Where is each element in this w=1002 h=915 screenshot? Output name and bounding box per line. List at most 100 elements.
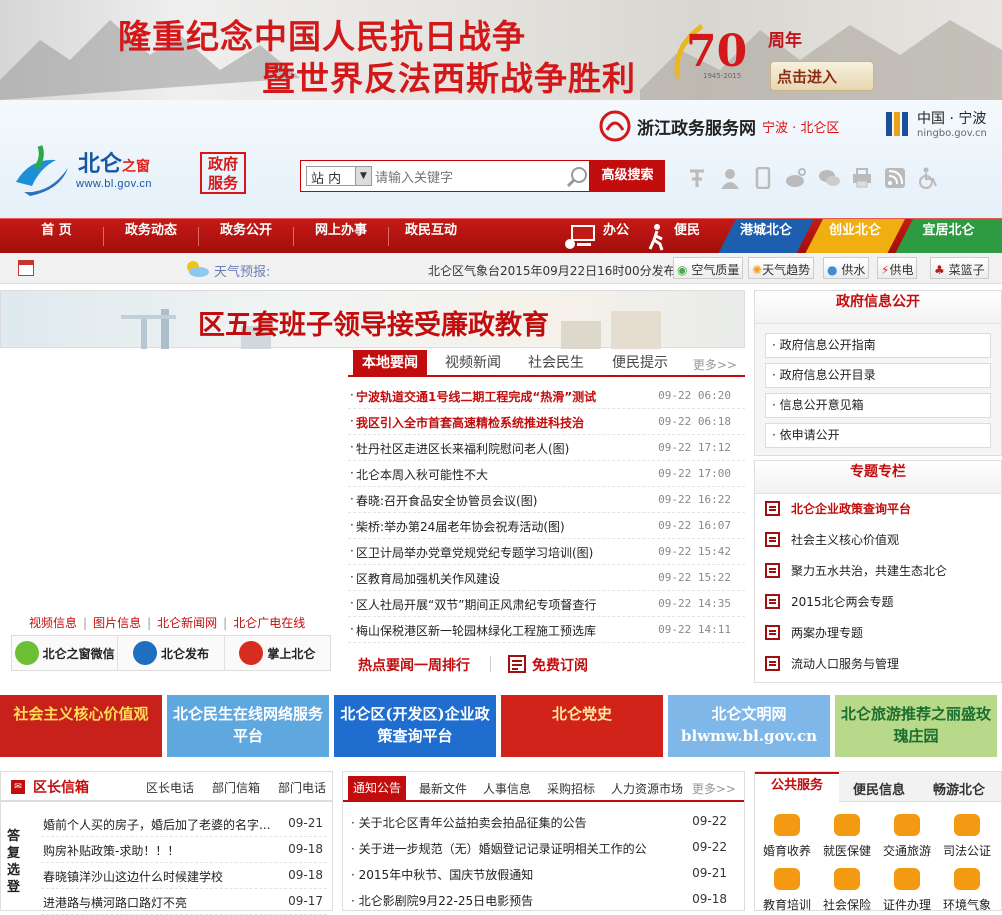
promo-banner-1[interactable]: 社会主义核心价值观 xyxy=(0,695,162,757)
news-item[interactable]: 柴桥:举办第24届老年协会祝寿活动(图) 09-22 16:07 · xyxy=(348,513,745,539)
notice-title[interactable]: · 关于北仑区青年公益拍卖会拍品征集的公告 xyxy=(351,814,587,831)
notice-title[interactable]: · 北仑影剧院9月22-25日电影预告 xyxy=(351,892,533,909)
tab-notices[interactable]: 通知公告 xyxy=(348,776,407,800)
power-supply-button[interactable]: ⚡供电 xyxy=(877,257,918,279)
tab-public-service[interactable]: 公共服务 xyxy=(755,772,839,803)
nav-online[interactable]: 网上办事 xyxy=(294,219,388,254)
notice-title[interactable]: · 关于进一步规范（无）婚姻登记记录证明相关工作的公 xyxy=(351,840,647,857)
service-medical[interactable]: 就医保健 xyxy=(817,814,877,859)
nav-service[interactable]: 便民 xyxy=(674,219,700,254)
gov-info-guide-link[interactable]: · 政府信息公开指南 xyxy=(765,333,991,358)
service-education[interactable]: 教育培训 xyxy=(757,868,817,913)
mobile-beilun-link[interactable]: 掌上北仑 xyxy=(225,636,330,670)
mailbox-item[interactable]: 春晓镇洋沙山这边什么时候建学校 09-18 xyxy=(41,864,327,889)
news-title[interactable]: 区教育局加强机关作风建设 xyxy=(356,570,500,587)
hot-news-link[interactable]: 热点要闻一周排行 xyxy=(358,655,470,675)
wechat-app-link[interactable]: 北仑之窗微信 xyxy=(12,636,119,670)
promo-banner-5[interactable]: 北仑文明网 blwmw.bl.gov.cn xyxy=(668,695,830,757)
service-marriage[interactable]: 婚育收养 xyxy=(757,814,817,859)
anniversary-banner[interactable]: 隆重纪念中国人民抗日战争 暨世界反法西斯战争胜利 70 周年 1945-2015… xyxy=(0,0,1002,100)
search-scope-select[interactable]: 站 内 ▼ xyxy=(306,166,372,187)
gov-info-feedback-link[interactable]: · 信息公开意见箱 xyxy=(765,393,991,418)
weather-trend-button[interactable]: ✺天气趋势 xyxy=(748,257,815,279)
weibo-icon[interactable] xyxy=(785,167,807,189)
tab-latest-docs[interactable]: 最新文件 xyxy=(419,780,467,797)
nav-public[interactable]: 政务公开 xyxy=(199,219,293,254)
special-topic-item[interactable]: 2015北仑两会专题 xyxy=(765,590,894,612)
news-item[interactable]: 北仑本周入秋可能性不大 09-22 17:00 · xyxy=(348,461,745,487)
tab-tips[interactable]: 便民提示 xyxy=(612,350,668,376)
accessibility-icon[interactable] xyxy=(686,167,708,189)
nav-office[interactable]: 办公 xyxy=(603,219,629,254)
rss-icon[interactable] xyxy=(884,167,906,189)
notice-item[interactable]: · 关于北仑区青年公益拍卖会拍品征集的公告 09-22 xyxy=(351,810,735,835)
beilun-news-link[interactable]: 北仑新闻网 xyxy=(157,616,217,630)
mailbox-title[interactable]: 购房补贴政策-求助！！！ xyxy=(43,842,179,859)
zj-gov-link[interactable]: 浙江政务服务网 宁波 · 北仑区 xyxy=(599,109,839,143)
ningbo-link[interactable]: 中国 · 宁波 ningbo.gov.cn xyxy=(883,108,987,139)
nav-block-3[interactable]: 宜居北仑 xyxy=(895,219,1002,254)
tab-hr-market[interactable]: 人力资源市场 xyxy=(611,780,683,797)
news-item[interactable]: 区卫计局举办党章党规党纪专题学习培训(图) 09-22 15:42 · xyxy=(348,539,745,565)
headline-banner[interactable]: 区五套班子领导接受廉政教育 xyxy=(0,290,746,349)
service-certificate[interactable]: 证件办理 xyxy=(877,868,937,913)
image-info-link[interactable]: 图片信息 xyxy=(93,616,141,630)
beilun-release-link[interactable]: 北仑发布 xyxy=(118,636,225,670)
notices-more-link[interactable]: 更多>> xyxy=(692,780,736,797)
tab-dept-mailbox[interactable]: 部门信箱 xyxy=(212,779,260,796)
promo-banner-4[interactable]: 北仑党史 xyxy=(501,695,663,757)
advanced-search-button[interactable]: 高级搜索 xyxy=(590,160,665,192)
search-input[interactable] xyxy=(375,167,555,187)
news-photo-area[interactable] xyxy=(1,350,341,605)
service-environment[interactable]: 环境气象 xyxy=(937,868,997,913)
wechat-icon[interactable] xyxy=(818,167,840,189)
user-icon[interactable] xyxy=(719,167,741,189)
vegetable-basket-button[interactable]: ♣ 菜篮子 xyxy=(930,257,989,279)
notice-title[interactable]: · 2015年中秋节、国庆节放假通知 xyxy=(351,866,533,883)
notice-item[interactable]: · 关于进一步规范（无）婚姻登记记录证明相关工作的公 09-22 xyxy=(351,836,735,861)
gov-info-apply-link[interactable]: · 依申请公开 xyxy=(765,423,991,448)
wheelchair-icon[interactable] xyxy=(917,167,939,189)
special-topic-item[interactable]: 流动人口服务与管理 xyxy=(765,652,899,674)
tab-video-news[interactable]: 视频新闻 xyxy=(445,350,501,376)
special-topic-item[interactable]: 聚力五水共治，共建生态北仑 xyxy=(765,559,947,581)
tab-mayor-phone[interactable]: 区长电话 xyxy=(146,779,194,796)
headline-title[interactable]: 区五套班子领导接受廉政教育 xyxy=(1,303,746,342)
news-title[interactable]: 牡丹社区走进区长来福利院慰问老人(图) xyxy=(356,440,569,457)
notice-item[interactable]: · 北仑影剧院9月22-25日电影预告 09-18 xyxy=(351,888,735,913)
news-item[interactable]: 牡丹社区走进区长来福利院慰问老人(图) 09-22 17:12 · xyxy=(348,435,745,461)
service-transport[interactable]: 交通旅游 xyxy=(877,814,937,859)
nav-block-2[interactable]: 创业北仑 xyxy=(805,219,905,254)
news-item[interactable]: 梅山保税港区新一轮园林绿化工程施工预选库 09-22 14:11 · xyxy=(348,617,745,643)
tab-procurement[interactable]: 采购招标 xyxy=(547,780,595,797)
news-item[interactable]: 宁波轨道交通1号线二期工程完成“热滑”测试 09-22 06:20 · xyxy=(348,383,745,409)
gov-service-badge[interactable]: 政府服务 xyxy=(200,152,246,194)
special-topic-item[interactable]: 北仑企业政策查询平台 xyxy=(765,497,911,519)
tab-livelihood[interactable]: 社会民生 xyxy=(528,350,584,376)
news-title[interactable]: 区卫计局举办党章党规党纪专题学习培训(图) xyxy=(356,544,593,561)
tab-convenience[interactable]: 便民信息 xyxy=(853,779,905,798)
special-topic-item[interactable]: 两案办理专题 xyxy=(765,621,863,643)
tab-dept-phone[interactable]: 部门电话 xyxy=(278,779,326,796)
beilun-tv-link[interactable]: 北仑广电在线 xyxy=(233,616,305,630)
mailbox-title[interactable]: 进港路与横河路口路灯不亮 xyxy=(43,894,187,911)
promo-banner-3[interactable]: 北仑区(开发区)企业政策查询平台 xyxy=(334,695,496,757)
promo-banner-6[interactable]: 北仑旅游推荐之丽盛玫瑰庄园 xyxy=(835,695,997,757)
air-quality-button[interactable]: ◉ 空气质量 xyxy=(673,257,744,279)
mailbox-title[interactable]: 区长信箱 xyxy=(33,777,89,797)
mailbox-title[interactable]: 春晓镇洋沙山这边什么时候建学校 xyxy=(43,868,223,885)
nav-home[interactable]: 首 页 xyxy=(10,219,103,254)
news-item[interactable]: 春晓:召开食品安全协管员会议(图) 09-22 16:22 · xyxy=(348,487,745,513)
news-title[interactable]: 宁波轨道交通1号线二期工程完成“热滑”测试 xyxy=(356,388,596,405)
tab-personnel[interactable]: 人事信息 xyxy=(483,780,531,797)
mailbox-item[interactable]: 婚前个人买的房子，婚后加了老婆的名字... 09-21 xyxy=(41,812,327,837)
news-title[interactable]: 柴桥:举办第24届老年协会祝寿活动(图) xyxy=(356,518,565,535)
tab-local-news[interactable]: 本地要闻 xyxy=(353,350,427,376)
mailbox-item[interactable]: 进港路与横河路口路灯不亮 09-17 xyxy=(41,890,327,915)
news-title[interactable]: 北仑本周入秋可能性不大 xyxy=(356,466,488,483)
print-icon[interactable] xyxy=(851,167,873,189)
promo-banner-2[interactable]: 北仑民生在线网络服务平台 xyxy=(167,695,329,757)
notice-item[interactable]: · 2015年中秋节、国庆节放假通知 09-21 xyxy=(351,862,735,887)
mobile-icon[interactable] xyxy=(752,167,774,189)
news-item[interactable]: 我区引入全市首套高速精检系统推进科技治 09-22 06:18 · xyxy=(348,409,745,435)
